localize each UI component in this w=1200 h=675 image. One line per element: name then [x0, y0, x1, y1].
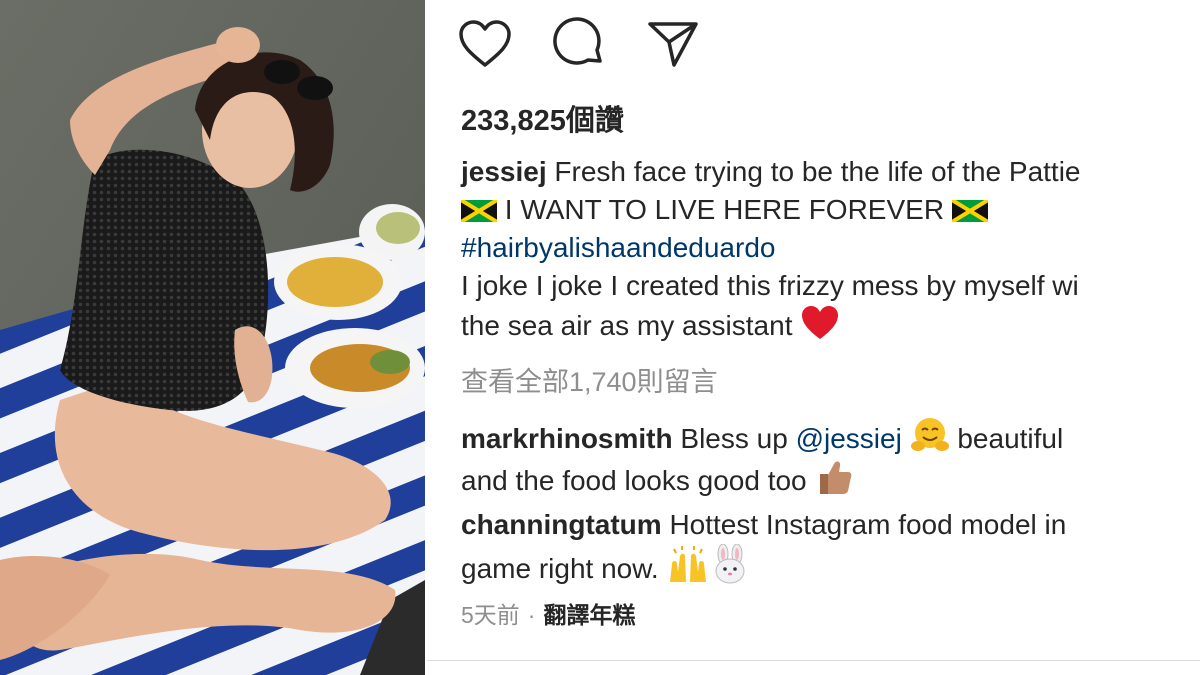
- comment-item: markrhinosmith Bless up @jessiej beautif…: [461, 416, 1200, 500]
- comment-text: beautiful: [949, 423, 1064, 454]
- post-photo[interactable]: [0, 0, 425, 675]
- hugging-face-icon: [910, 418, 949, 451]
- mention-link[interactable]: @jessiej: [796, 423, 902, 454]
- raising-hands-icon: [670, 546, 707, 582]
- comment-line: markrhinosmith Bless up @jessiej beautif…: [461, 416, 1200, 458]
- caption-text-2: I WANT TO LIVE HERE FOREVER: [497, 194, 952, 225]
- caption-line-2: I WANT TO LIVE HERE FOREVER: [461, 191, 1200, 229]
- comment-line: game right now.: [461, 544, 1200, 588]
- red-heart-icon: [802, 306, 839, 339]
- thumbs-up-icon: [820, 461, 852, 494]
- comment-username[interactable]: channingtatum: [461, 509, 662, 540]
- comment-text: Bless up: [672, 423, 796, 454]
- comment-bubble-icon: [553, 17, 602, 65]
- like-count[interactable]: 233,825個讚: [461, 97, 624, 139]
- caption-line-1: jessiej Fresh face trying to be the life…: [461, 153, 1200, 191]
- hashtag-link[interactable]: #hairbyalishaandeduardo: [461, 232, 775, 263]
- caption-text-4: the sea air as my assistant: [461, 310, 801, 341]
- comment-line: and the food looks good too: [461, 458, 1200, 500]
- comment-button[interactable]: [551, 16, 607, 72]
- comment-line: channingtatum Hottest Instagram food mod…: [461, 506, 1200, 544]
- jamaica-flag-icon: [951, 200, 988, 222]
- action-bar: [457, 14, 701, 74]
- comment-item: channingtatum Hottest Instagram food mod…: [461, 506, 1200, 588]
- share-button[interactable]: [645, 16, 701, 72]
- jamaica-flag-icon: [461, 200, 497, 222]
- comment-text: Hottest Instagram food model in: [661, 509, 1067, 540]
- caption-line-5: the sea air as my assistant: [461, 305, 1200, 345]
- rabbit-face-icon: [715, 544, 745, 584]
- translate-link[interactable]: 翻譯年糕: [543, 602, 635, 628]
- like-button[interactable]: [457, 16, 513, 72]
- paper-plane-icon: [648, 22, 698, 67]
- caption-text-3: I joke I joke I created this frizzy mess…: [461, 270, 1079, 301]
- comment-text: game right now.: [461, 553, 667, 584]
- comment-username[interactable]: markrhinosmith: [461, 423, 673, 454]
- post-detail-panel: 233,825個讚 jessiej Fresh face trying to b…: [427, 0, 1200, 675]
- comment-text: and the food looks good too: [461, 465, 815, 496]
- post-caption: jessiej Fresh face trying to be the life…: [461, 153, 1200, 345]
- beach-lounger-photo: [0, 0, 425, 675]
- caption-text-1: Fresh face trying to be the life of the …: [546, 156, 1081, 187]
- caption-line-4: I joke I joke I created this frizzy mess…: [461, 267, 1200, 305]
- post-meta: 5天前 · 翻譯年糕: [461, 596, 635, 630]
- meta-separator: ·: [527, 602, 536, 628]
- divider: [427, 660, 1200, 661]
- heart-icon: [459, 20, 511, 67]
- view-all-comments-link[interactable]: 查看全部1,740則留言: [461, 360, 718, 399]
- post-timestamp[interactable]: 5天前: [461, 602, 520, 628]
- caption-line-3: #hairbyalishaandeduardo: [461, 229, 1200, 267]
- caption-author[interactable]: jessiej: [461, 156, 547, 187]
